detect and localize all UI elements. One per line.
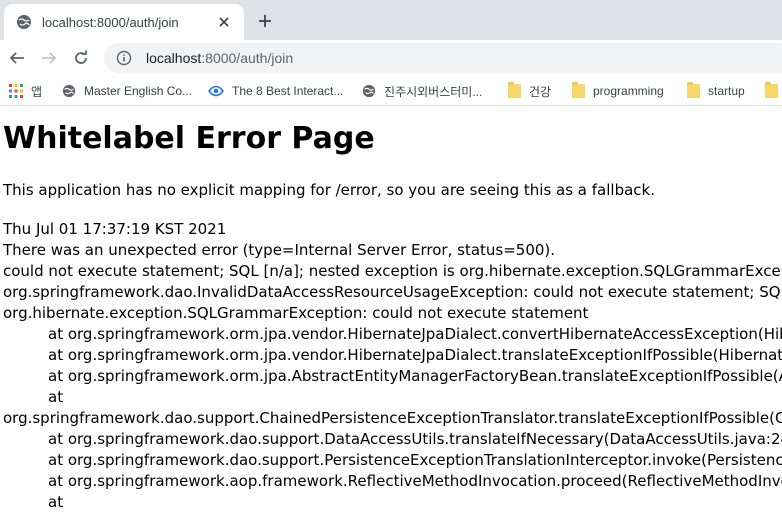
bookmark-folder-overflow[interactable]: [765, 81, 778, 101]
reload-button[interactable]: [69, 46, 93, 70]
globe-icon: [62, 84, 76, 98]
error-status: There was an unexpected error (type=Inte…: [3, 241, 556, 259]
error-detail: could not execute statement; SQL [n/a]; …: [3, 262, 782, 280]
tab-active[interactable]: localhost:8000/auth/join: [4, 4, 244, 40]
bookmark-folder-startup[interactable]: startup: [687, 81, 745, 101]
page-title: Whitelabel Error Page: [3, 121, 375, 156]
stack-frame: at org.springframework.orm.jpa.vendor.Hi…: [48, 346, 782, 364]
url-path: :8000/auth/join: [201, 50, 294, 66]
apps-grid-icon: [9, 84, 23, 98]
bookmark-jinju-terminal[interactable]: 진주시외버스터미...: [362, 81, 482, 101]
page-content: Whitelabel Error Page This application h…: [0, 107, 782, 513]
bookmarks-bar: 앱 Master English Co... The 8 Best Intera…: [0, 76, 782, 106]
new-tab-button[interactable]: [254, 10, 276, 32]
folder-icon: [572, 82, 585, 98]
stack-frame: at org.springframework.dao.support.Persi…: [48, 451, 782, 469]
link-icon: [208, 85, 224, 97]
tab-close-icon[interactable]: [216, 14, 232, 30]
bookmark-label: The 8 Best Interact...: [232, 84, 344, 98]
bookmark-8-best[interactable]: The 8 Best Interact...: [208, 81, 343, 101]
stack-frame: at: [48, 388, 64, 406]
bookmark-label: 진주시외버스터미...: [384, 84, 483, 99]
back-button[interactable]: [5, 46, 29, 70]
stack-frame: at org.springframework.aop.framework.Ref…: [48, 472, 782, 490]
bookmark-label: Master English Co...: [84, 84, 193, 98]
bookmark-label: startup: [708, 84, 745, 98]
tab-title: localhost:8000/auth/join: [42, 14, 179, 30]
folder-icon: [508, 82, 521, 98]
bookmark-label: 앱: [31, 84, 43, 99]
error-timestamp: Thu Jul 01 17:37:19 KST 2021: [3, 220, 227, 238]
bookmark-label: 건강: [529, 84, 552, 99]
info-icon[interactable]: [116, 50, 132, 66]
stack-frame: at: [48, 493, 64, 511]
forward-button[interactable]: [37, 46, 61, 70]
stack-frame: org.springframework.dao.support.ChainedP…: [3, 409, 782, 427]
stack-frame: at org.springframework.dao.support.DataA…: [48, 430, 782, 448]
bookmark-folder-health[interactable]: 건강: [508, 81, 551, 101]
error-message: This application has no explicit mapping…: [3, 181, 655, 199]
folder-icon: [765, 82, 778, 98]
error-exception: org.springframework.dao.InvalidDataAcces…: [3, 283, 782, 301]
stack-frame: at org.springframework.orm.jpa.AbstractE…: [48, 367, 782, 385]
url-host: localhost: [146, 50, 202, 66]
tab-strip: localhost:8000/auth/join: [0, 0, 782, 40]
address-bar[interactable]: localhost:8000/auth/join: [104, 43, 782, 73]
address-url: localhost:8000/auth/join: [146, 50, 293, 66]
stack-frame: at org.springframework.orm.jpa.vendor.Hi…: [48, 325, 782, 343]
bookmark-apps[interactable]: 앱: [9, 81, 42, 101]
bookmark-label: programming: [593, 84, 664, 98]
globe-icon: [362, 84, 376, 98]
bookmark-master-english[interactable]: Master English Co...: [62, 81, 192, 101]
globe-icon: [16, 14, 32, 30]
error-cause: org.hibernate.exception.SQLGrammarExcept…: [3, 304, 589, 322]
folder-icon: [687, 82, 700, 98]
bookmark-folder-programming[interactable]: programming: [572, 81, 664, 101]
browser-toolbar: localhost:8000/auth/join: [0, 40, 782, 76]
